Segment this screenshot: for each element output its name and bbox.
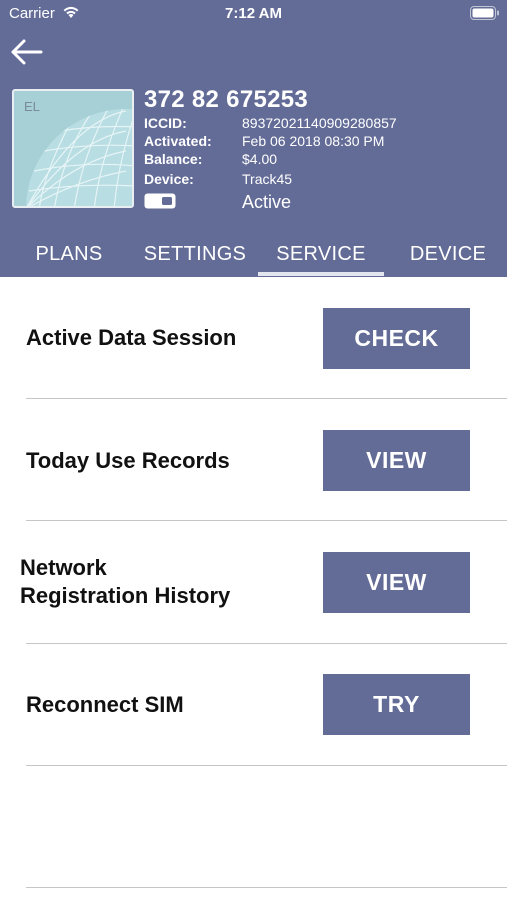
divider <box>26 643 507 644</box>
divider <box>26 398 507 399</box>
back-button[interactable] <box>10 37 44 67</box>
row-label-today-use-records: Today Use Records <box>26 448 230 473</box>
info-key: ICCID: <box>144 115 187 131</box>
row-label-active-data-session: Active Data Session <box>26 325 237 350</box>
status-badge: Active <box>242 192 292 212</box>
info-value: $4.00 <box>242 151 278 167</box>
battery-icon <box>470 6 500 25</box>
view-records-button[interactable]: VIEW <box>323 430 470 491</box>
row-label-reconnect-sim: Reconnect SIM <box>26 692 184 717</box>
info-key: Device: <box>144 171 194 187</box>
sim-number: 372 82 675253 <box>144 86 309 113</box>
info-value: 89372021140909280857 <box>242 115 397 131</box>
tab-plans[interactable]: PLANS <box>10 233 128 277</box>
tab-bar: PLANS SETTINGS SERVICE DEVICE <box>0 233 507 277</box>
sim-header: Carrier 7:12 AM EL 372 82 675253 ICCID: … <box>0 0 507 277</box>
status-bar: Carrier 7:12 AM <box>0 0 507 26</box>
view-history-button[interactable]: VIEW <box>323 552 470 613</box>
row-label-line: Registration History <box>20 583 231 608</box>
clock: 7:12 AM <box>225 5 282 22</box>
back-arrow-icon <box>11 39 43 65</box>
row-label-line: Network <box>20 555 107 580</box>
info-key: Activated: <box>144 133 212 149</box>
sim-card-label: EL <box>24 99 40 114</box>
tab-selected-indicator <box>258 272 384 276</box>
info-value: Track45 <box>242 171 293 187</box>
row-label-network-registration-history: Network Registration History <box>20 554 230 610</box>
tab-settings[interactable]: SETTINGS <box>132 233 258 277</box>
tab-service[interactable]: SERVICE <box>258 233 384 277</box>
divider <box>26 520 507 521</box>
sim-toggle-icon <box>144 193 176 214</box>
info-key: Balance: <box>144 151 203 167</box>
sim-card-image: EL <box>12 89 134 208</box>
tab-device[interactable]: DEVICE <box>388 233 507 277</box>
check-button[interactable]: CHECK <box>323 308 470 369</box>
divider <box>26 887 507 888</box>
try-button[interactable]: TRY <box>323 674 470 735</box>
divider <box>26 765 507 766</box>
info-value: Feb 06 2018 08:30 PM <box>242 133 385 149</box>
